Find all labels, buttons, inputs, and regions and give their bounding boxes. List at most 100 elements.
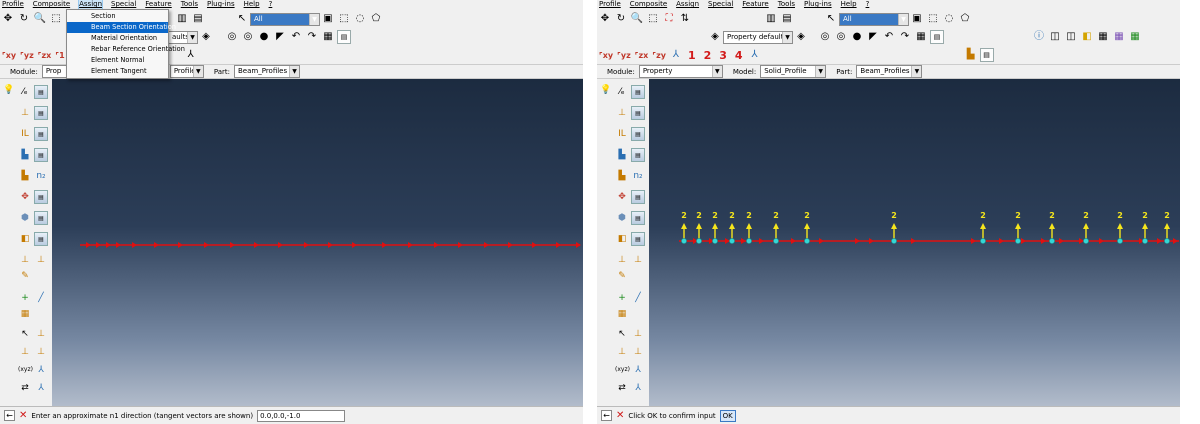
beam-orientation-icon[interactable]: n₂ xyxy=(34,169,48,183)
beam-orientation-icon[interactable]: n₂ xyxy=(631,169,645,183)
material-manager-icon[interactable]: ▤ xyxy=(631,85,645,99)
query-shape-icon[interactable]: ⊥ xyxy=(615,345,629,359)
profile-create-icon[interactable]: IL xyxy=(18,127,32,141)
view-bool-2-icon[interactable]: ◎ xyxy=(241,30,255,44)
triad-icon[interactable]: ⅄ xyxy=(669,48,683,62)
cancel-x-icon[interactable]: ✕ xyxy=(19,410,27,421)
menu-item-element-normal[interactable]: Element Normal xyxy=(67,55,168,66)
skin-create-icon[interactable]: ◧ xyxy=(615,232,629,246)
view-iso-box-icon[interactable]: ◧ xyxy=(1080,30,1094,44)
select-circle-icon[interactable]: ◌ xyxy=(353,12,367,26)
color-code-icon[interactable]: ◈ xyxy=(199,30,213,44)
menu-help[interactable]: Help xyxy=(841,0,857,9)
view-back-icon[interactable]: ◫ xyxy=(1064,30,1078,44)
section-manager-icon[interactable]: ▤ xyxy=(34,106,48,120)
section-assignment-manager-icon[interactable]: ▤ xyxy=(34,148,48,162)
special-create-icon[interactable]: ⊥ xyxy=(615,253,629,267)
menu-assign[interactable]: Assign xyxy=(676,0,699,9)
menu-item-rebar-reference-orientation[interactable]: Rebar Reference Orientation xyxy=(67,44,185,55)
profile-manager-icon[interactable]: ▤ xyxy=(631,127,645,141)
query-feature-icon[interactable]: ⊥ xyxy=(631,345,645,359)
viewport[interactable]: 222222222222222 xyxy=(649,79,1180,406)
view-bool-2-icon[interactable]: ◎ xyxy=(834,30,848,44)
rotate-icon[interactable]: ↻ xyxy=(17,12,31,26)
orientation-manager-icon[interactable]: ▤ xyxy=(34,190,48,204)
csys-icon[interactable]: (xyz) xyxy=(615,363,630,377)
view-zx-icon[interactable]: ⌜zx xyxy=(635,51,649,60)
select-mode-icon[interactable]: ▣ xyxy=(321,12,335,26)
datum-point-icon[interactable]: + xyxy=(18,291,32,305)
zoom-box-icon[interactable]: ⬚ xyxy=(49,12,63,26)
orientation-manager-icon[interactable]: ▤ xyxy=(631,190,645,204)
menu-profile[interactable]: Profile xyxy=(2,0,24,9)
part-combo[interactable]: Beam_Profiles ▼ xyxy=(856,65,923,78)
view-1-button[interactable]: 1 xyxy=(688,49,696,62)
csys-icon[interactable]: (xyz) xyxy=(18,363,33,377)
selection-filter-combo[interactable]: All ▼ xyxy=(839,12,909,26)
render-shaded-icon[interactable]: ▤ xyxy=(780,12,794,26)
defaults-combo[interactable]: Property defaults ▼ xyxy=(723,30,793,44)
view-shaded-icon[interactable]: ▦ xyxy=(1112,30,1126,44)
back-arrow-icon[interactable]: ← xyxy=(4,410,15,421)
material-manager-icon[interactable]: ▤ xyxy=(34,85,48,99)
view-mesh-icon[interactable]: ▦ xyxy=(1128,30,1142,44)
menu-feature[interactable]: Feature xyxy=(742,0,768,9)
rotate-icon[interactable]: ↻ xyxy=(614,12,628,26)
datum-point-icon[interactable]: + xyxy=(615,291,629,305)
view-bool-1-icon[interactable]: ◎ xyxy=(225,30,239,44)
part-combo[interactable]: Beam_Profiles ▼ xyxy=(234,65,300,78)
view-yz-icon[interactable]: ⌜yz xyxy=(617,51,631,60)
menu-item-beam-section-orientation[interactable]: Beam Section Orientation xyxy=(67,22,176,33)
triad-icon[interactable]: ⅄ xyxy=(34,363,48,377)
grid-icon[interactable]: ▦ xyxy=(914,30,928,44)
view-wire-icon[interactable]: ▦ xyxy=(1096,30,1110,44)
section-create-icon[interactable]: ⊥ xyxy=(615,106,629,120)
view-3-button[interactable]: 3 xyxy=(719,49,727,62)
table-icon[interactable]: ▤ xyxy=(979,48,994,62)
render-icon[interactable]: ▥ xyxy=(175,12,189,26)
ok-button[interactable]: OK xyxy=(719,409,736,422)
menu-tools[interactable]: Tools xyxy=(778,0,795,9)
query-shape-icon[interactable]: ⊥ xyxy=(18,345,32,359)
menu-help[interactable]: Help xyxy=(244,0,260,9)
partition-face-icon[interactable]: ↖ xyxy=(18,327,32,341)
redo-icon[interactable]: ↷ xyxy=(305,30,319,44)
skin-manager-icon[interactable]: ▤ xyxy=(34,232,48,246)
pan-icon[interactable]: ✥ xyxy=(598,12,612,26)
model-combo[interactable]: Solid_Profile ▼ xyxy=(760,65,827,78)
menu-feature[interactable]: Feature xyxy=(145,0,171,9)
triad-icon[interactable]: ⅄ xyxy=(631,363,645,377)
view-yz-icon[interactable]: ⌜yz xyxy=(20,51,34,60)
query-feature-icon[interactable]: ⊥ xyxy=(34,345,48,359)
pan-icon[interactable]: ✥ xyxy=(1,12,15,26)
view-bool-3-icon[interactable]: ● xyxy=(850,30,864,44)
composite-layup-icon[interactable]: ⬢ xyxy=(18,211,32,225)
redo-icon[interactable]: ↷ xyxy=(898,30,912,44)
model-combo[interactable]: Profile ▼ xyxy=(169,65,204,78)
select-polygon-icon[interactable]: ⬠ xyxy=(958,12,972,26)
view-iso-icon[interactable]: ⌜1 xyxy=(55,51,64,60)
module-combo[interactable]: Property ▼ xyxy=(638,65,723,78)
datum-plane-icon[interactable]: ▦ xyxy=(18,307,32,321)
menu-item-element-tangent[interactable]: Element Tangent xyxy=(67,66,168,77)
axes-icon[interactable]: ⅄ xyxy=(34,381,48,395)
special-assign-icon[interactable]: ⊥ xyxy=(34,253,48,267)
transform-icon[interactable]: ⇄ xyxy=(615,381,629,395)
menu-special[interactable]: Special xyxy=(708,0,733,9)
viewport[interactable] xyxy=(52,79,583,406)
menu-composite[interactable]: Composite xyxy=(33,0,70,9)
menu-plugins[interactable]: Plug-ins xyxy=(207,0,235,9)
partition-cell-icon[interactable]: ⊥ xyxy=(34,327,48,341)
triad-icon[interactable]: ⅄ xyxy=(748,48,762,62)
select-arrow-icon[interactable]: ↖ xyxy=(824,12,838,26)
transform-icon[interactable]: ⇄ xyxy=(18,381,32,395)
menu-item-material-orientation[interactable]: Material Orientation xyxy=(67,33,168,44)
direction-input[interactable] xyxy=(257,409,346,422)
render-shaded-icon[interactable]: ▤ xyxy=(191,12,205,26)
lightbulb-icon[interactable]: 💡 xyxy=(599,83,613,97)
view-xy-icon[interactable]: ⌜xy xyxy=(599,51,613,60)
cancel-x-icon[interactable]: ✕ xyxy=(616,410,624,421)
select-polygon-icon[interactable]: ⬠ xyxy=(369,12,383,26)
table-icon[interactable]: ▤ xyxy=(337,30,351,44)
partition-cell-icon[interactable]: ⊥ xyxy=(631,327,645,341)
